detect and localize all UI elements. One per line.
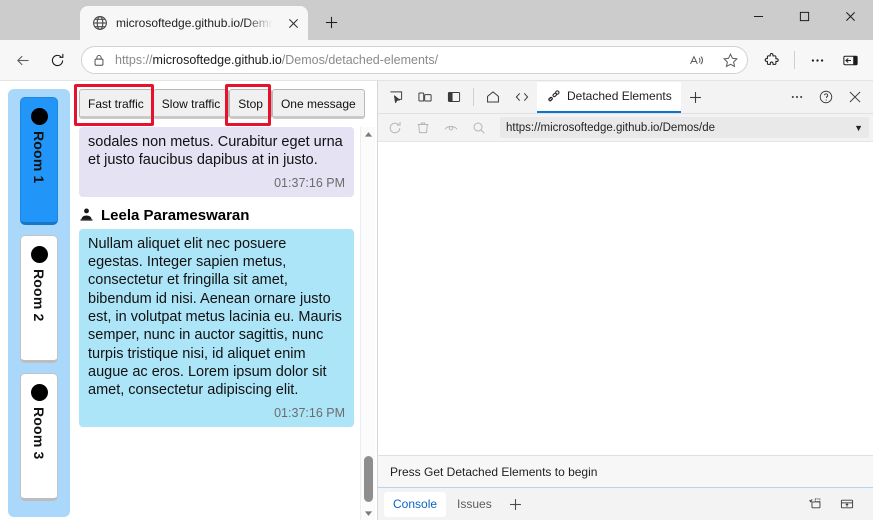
devtools-panel: Detached Elements https://microsoftedge.… bbox=[378, 81, 873, 520]
refresh-icon[interactable] bbox=[41, 44, 73, 76]
help-circle-icon[interactable] bbox=[812, 83, 840, 111]
detached-elements-status-message: Press Get Detached Elements to begin bbox=[378, 455, 873, 487]
scroll-up-arrow-icon[interactable] bbox=[361, 127, 376, 141]
devtools-drawer-tabbar: Console Issues bbox=[378, 487, 873, 520]
drawer-add-tab-button[interactable] bbox=[503, 492, 529, 517]
devtools-toolbar-divider bbox=[473, 88, 474, 106]
room-status-dot-icon bbox=[30, 384, 48, 401]
inspect-element-icon[interactable] bbox=[382, 83, 410, 111]
tab-detached-elements[interactable]: Detached Elements bbox=[537, 81, 681, 113]
message-timestamp: 01:37:16 PM bbox=[274, 405, 345, 420]
detached-elements-subtoolbar: https://microsoftedge.github.io/Demos/de… bbox=[378, 114, 873, 142]
address-bar[interactable]: https://microsoftedge.github.io/Demos/de… bbox=[81, 46, 748, 74]
chat-column: Fast traffic Slow traffic Stop One messa… bbox=[70, 84, 377, 520]
devtools-toolbar: Detached Elements bbox=[378, 81, 873, 114]
window-maximize-button[interactable] bbox=[781, 0, 827, 32]
message-author-name: Leela Parameswaran bbox=[101, 206, 250, 224]
room-status-dot-icon bbox=[30, 108, 48, 125]
room-label-3: Room 3 bbox=[31, 407, 47, 460]
fast-traffic-button[interactable]: Fast traffic bbox=[79, 89, 153, 119]
scrollbar-track[interactable] bbox=[361, 141, 375, 506]
message-timestamp: 01:37:16 PM bbox=[274, 175, 345, 190]
detached-elements-icon bbox=[546, 89, 561, 104]
home-icon[interactable] bbox=[479, 83, 507, 111]
tab-detached-elements-label: Detached Elements bbox=[567, 89, 672, 103]
browser-tab-title: microsoftedge.github.io/Demos/d bbox=[116, 16, 274, 30]
navbar-divider bbox=[794, 51, 795, 69]
console-settings-icon[interactable] bbox=[801, 490, 829, 518]
navbar-right-icons bbox=[756, 44, 866, 76]
url-host: microsoftedge.github.io bbox=[152, 53, 282, 67]
star-icon[interactable] bbox=[717, 48, 743, 72]
dock-side-icon[interactable] bbox=[440, 83, 468, 111]
url-path: /Demos/detached-elements/ bbox=[281, 53, 439, 67]
window-minimize-button[interactable] bbox=[735, 0, 781, 32]
address-bar-url: https://microsoftedge.github.io/Demos/de… bbox=[115, 53, 675, 67]
rooms-sidebar: Room 1 Room 2 Room 3 bbox=[8, 89, 70, 517]
device-emulation-icon[interactable] bbox=[411, 83, 439, 111]
room-label-1: Room 1 bbox=[31, 131, 47, 184]
new-tab-button[interactable] bbox=[314, 6, 348, 38]
chat-message-log[interactable]: sodales non metus. Curabitur eget urna e… bbox=[79, 123, 377, 520]
get-detached-elements-refresh-icon[interactable] bbox=[382, 116, 408, 140]
devtools-close-icon[interactable] bbox=[841, 83, 869, 111]
chevron-down-icon: ▼ bbox=[854, 122, 863, 133]
message-text: Nullam aliquet elit nec posuere egestas.… bbox=[88, 235, 342, 399]
browser-tab-strip: microsoftedge.github.io/Demos/d bbox=[0, 0, 873, 40]
detach-eye-icon[interactable] bbox=[438, 116, 464, 140]
detached-elements-content bbox=[378, 142, 873, 455]
message-bubble: Nullam aliquet elit nec posuere egestas.… bbox=[79, 228, 354, 427]
scrollbar-thumb[interactable] bbox=[364, 456, 373, 502]
slow-traffic-button[interactable]: Slow traffic bbox=[152, 89, 230, 119]
back-arrow-icon[interactable] bbox=[7, 44, 39, 76]
browser-navigation-bar: https://microsoftedge.github.io/Demos/de… bbox=[0, 40, 873, 80]
chat-message: sodales non metus. Curabitur eget urna e… bbox=[79, 127, 354, 197]
chat-traffic-toolbar: Fast traffic Slow traffic Stop One messa… bbox=[74, 84, 377, 126]
drawer-tab-console[interactable]: Console bbox=[384, 491, 447, 517]
message-bubble: sodales non metus. Curabitur eget urna e… bbox=[79, 127, 354, 197]
browser-tab[interactable]: microsoftedge.github.io/Demos/d bbox=[80, 6, 308, 40]
lock-icon bbox=[92, 53, 107, 68]
edge-browser-window: microsoftedge.github.io/Demos/d https://… bbox=[0, 0, 873, 520]
one-message-button[interactable]: One message bbox=[271, 89, 365, 119]
window-controls bbox=[735, 0, 873, 40]
scroll-down-arrow-icon[interactable] bbox=[361, 506, 376, 520]
stop-button[interactable]: Stop bbox=[229, 89, 272, 119]
room-button-2[interactable]: Room 2 bbox=[20, 235, 58, 363]
chat-scrollbar[interactable] bbox=[360, 127, 375, 520]
chat-messages-container: sodales non metus. Curabitur eget urna e… bbox=[79, 127, 360, 520]
drawer-tab-issues[interactable]: Issues bbox=[448, 492, 501, 517]
room-button-3[interactable]: Room 3 bbox=[20, 373, 58, 501]
search-icon[interactable] bbox=[466, 116, 492, 140]
tab-close-icon[interactable] bbox=[282, 12, 304, 34]
clear-trash-icon[interactable] bbox=[410, 116, 436, 140]
devtools-add-tab-button[interactable] bbox=[682, 83, 710, 111]
ellipsis-icon[interactable] bbox=[801, 44, 833, 76]
sidebar-toggle-icon[interactable] bbox=[834, 44, 866, 76]
message-text: sodales non metus. Curabitur eget urna e… bbox=[88, 134, 343, 169]
devtools-more-tools-icon[interactable] bbox=[783, 83, 811, 111]
globe-icon bbox=[92, 15, 108, 31]
room-button-1[interactable]: Room 1 bbox=[20, 97, 58, 225]
drawer-right-icons bbox=[801, 490, 867, 518]
chat-message: Nullam aliquet elit nec posuere egestas.… bbox=[79, 228, 354, 427]
console-sidebar-icon[interactable] bbox=[833, 490, 861, 518]
code-brackets-icon[interactable] bbox=[508, 83, 536, 111]
window-close-button[interactable] bbox=[827, 0, 873, 32]
detached-elements-url-selector[interactable]: https://microsoftedge.github.io/Demos/de… bbox=[500, 117, 869, 138]
url-scheme: https:// bbox=[115, 53, 153, 67]
room-label-2: Room 2 bbox=[31, 269, 47, 322]
web-page-viewport: Room 1 Room 2 Room 3 Fast traffic Slow t… bbox=[0, 81, 377, 520]
person-icon bbox=[79, 207, 94, 223]
puzzle-piece-icon[interactable] bbox=[756, 44, 788, 76]
tab-strip-left-padding bbox=[0, 0, 80, 40]
message-author: Leela Parameswaran bbox=[79, 207, 354, 224]
browser-content-area: Room 1 Room 2 Room 3 Fast traffic Slow t… bbox=[0, 80, 873, 520]
room-status-dot-icon bbox=[30, 246, 48, 263]
detached-elements-url: https://microsoftedge.github.io/Demos/de bbox=[506, 121, 716, 134]
read-aloud-icon[interactable] bbox=[683, 48, 709, 72]
